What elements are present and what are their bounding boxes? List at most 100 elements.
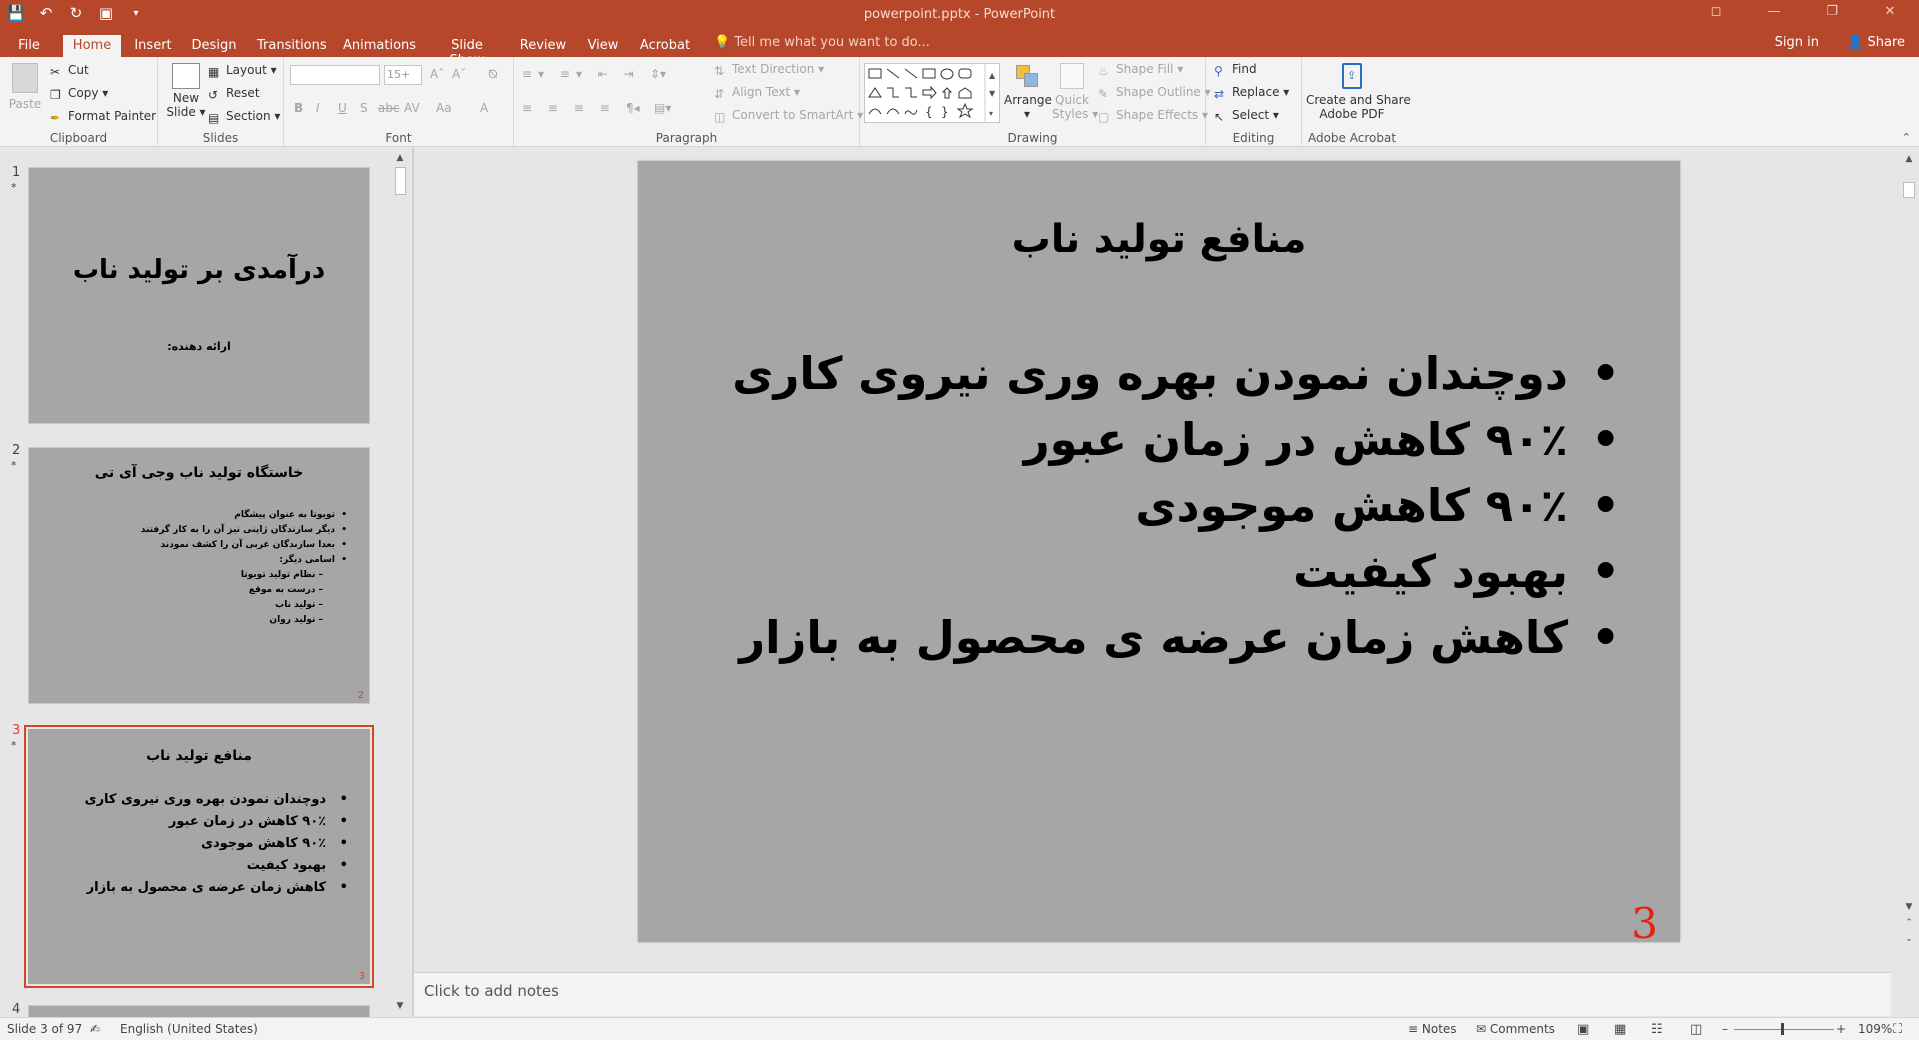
- lightbulb-icon: 💡: [714, 35, 735, 50]
- editor-scrollbar[interactable]: ▲ ▼ ⌃ ⌄: [1901, 150, 1917, 970]
- scroll-up-icon[interactable]: ▲: [1902, 152, 1916, 166]
- zoom-slider[interactable]: [1734, 1029, 1834, 1030]
- slide-title[interactable]: منافع تولید ناب: [638, 217, 1680, 262]
- tab-slide-show[interactable]: Slide Show: [433, 35, 501, 68]
- shape-effects-label: Shape Effects: [1116, 108, 1199, 122]
- create-pdf-button[interactable]: ⇪ Create and Share Adobe PDF: [1306, 63, 1411, 121]
- tab-design[interactable]: Design: [190, 35, 238, 57]
- prev-slide-icon[interactable]: ⌃: [1902, 916, 1916, 930]
- reset-button[interactable]: ↺ Reset: [208, 86, 260, 102]
- zoom-in-icon[interactable]: +: [1836, 1022, 1846, 1036]
- thumbnail-scrollbar[interactable]: ▲ ▼: [393, 151, 408, 1013]
- slide-thumbnail-3[interactable]: منافع تولید ناب • دوچندان نمودن بهره وری…: [28, 729, 370, 984]
- tab-animations[interactable]: Animations: [343, 35, 416, 57]
- zoom-level[interactable]: 109%: [1858, 1022, 1892, 1036]
- quick-styles-button[interactable]: Quick Styles ▾: [1052, 63, 1098, 121]
- share-button[interactable]: 👤 Share: [1847, 35, 1905, 50]
- slide-body[interactable]: دوچندان نمودن بهره وری نیروی کاری ۹۰٪ کا…: [732, 341, 1620, 671]
- change-case-button[interactable]: Aa: [436, 101, 452, 115]
- slideshow-icon[interactable]: ◫: [1690, 1022, 1702, 1037]
- zoom-slider-thumb[interactable]: [1781, 1023, 1784, 1035]
- tab-home[interactable]: Home: [63, 35, 121, 57]
- font-size-combo[interactable]: 15+: [384, 65, 422, 85]
- scroll-thumb[interactable]: [395, 167, 406, 195]
- shape-effects-button[interactable]: ▢ Shape Effects ▾: [1098, 108, 1208, 124]
- shape-fill-button[interactable]: ♨ Shape Fill ▾: [1098, 62, 1183, 78]
- font-color-button[interactable]: A: [480, 101, 488, 115]
- shadow-button[interactable]: S: [360, 101, 368, 115]
- italic-button[interactable]: I: [316, 101, 320, 115]
- tab-acrobat[interactable]: Acrobat: [639, 35, 691, 57]
- find-button[interactable]: ⚲ Find: [1214, 62, 1257, 78]
- layout-button[interactable]: ▦ Layout ▾: [208, 63, 277, 79]
- shape-outline-button[interactable]: ✎ Shape Outline ▾: [1098, 85, 1211, 101]
- scroll-thumb[interactable]: [1903, 182, 1915, 198]
- replace-button[interactable]: ⇄ Replace ▾: [1214, 85, 1289, 101]
- tab-insert[interactable]: Insert: [131, 35, 175, 57]
- cursor-icon: ↖: [1214, 110, 1225, 124]
- restore-icon[interactable]: ❐: [1803, 0, 1861, 26]
- format-painter-button[interactable]: ✒ Format Painter: [50, 109, 156, 125]
- notes-placeholder[interactable]: Click to add notes: [424, 982, 559, 1000]
- section-button[interactable]: ▤ Section ▾: [208, 109, 280, 125]
- new-slide-button[interactable]: New Slide ▾: [164, 63, 208, 119]
- normal-view-icon[interactable]: ▣: [1577, 1022, 1589, 1037]
- sign-in-link[interactable]: Sign in: [1775, 35, 1819, 50]
- text-direction-button[interactable]: ⇅ Text Direction ▾: [714, 62, 824, 78]
- line-spacing-icon[interactable]: ⇕▾: [650, 67, 666, 81]
- notes-pane[interactable]: Click to add notes: [414, 972, 1891, 1016]
- close-icon[interactable]: ✕: [1861, 0, 1919, 26]
- svg-text:▼: ▼: [989, 89, 996, 98]
- section-label: Section: [226, 109, 271, 123]
- list-buttons[interactable]: ≡▾ ≡▾ ⇤ ⇥: [522, 67, 640, 81]
- thumb-subbullet: – تولید ناب: [275, 600, 323, 610]
- tab-view[interactable]: View: [585, 35, 621, 57]
- pane-splitter[interactable]: [412, 147, 414, 1017]
- tell-me-search[interactable]: 💡 Tell me what you want to do...: [714, 35, 930, 50]
- arrange-button[interactable]: Arrange ▾: [1004, 63, 1052, 121]
- slide-canvas[interactable]: منافع تولید ناب دوچندان نمودن بهره وری ن…: [638, 161, 1680, 948]
- spell-check-icon[interactable]: ✍: [90, 1022, 100, 1036]
- clear-format-icon[interactable]: ⦰: [488, 67, 498, 82]
- text-direction-label: Text Direction: [732, 62, 815, 76]
- slide-sorter-icon[interactable]: ▦: [1614, 1022, 1626, 1037]
- scroll-down-icon[interactable]: ▼: [1902, 900, 1916, 914]
- next-slide-icon[interactable]: ⌄: [1902, 932, 1916, 946]
- scroll-down-icon[interactable]: ▼: [393, 999, 407, 1013]
- alignment-buttons[interactable]: ≡ ≡ ≡ ≡: [522, 101, 616, 115]
- font-name-combo[interactable]: [290, 65, 380, 85]
- select-button[interactable]: ↖ Select ▾: [1214, 108, 1279, 124]
- shrink-font-icon[interactable]: Aˇ: [452, 67, 466, 81]
- bold-button[interactable]: B: [294, 101, 303, 115]
- char-spacing-button[interactable]: AV: [404, 101, 420, 115]
- slide-thumbnail-1[interactable]: درآمدی بر تولید ناب ارائه دهنده:: [28, 167, 370, 424]
- fit-to-window-icon[interactable]: ⛶: [1893, 1022, 1902, 1037]
- minimize-icon[interactable]: —: [1745, 0, 1803, 26]
- paste-button[interactable]: Paste: [8, 63, 42, 111]
- scroll-up-icon[interactable]: ▲: [393, 151, 407, 165]
- reading-view-icon[interactable]: ☷: [1651, 1022, 1663, 1037]
- slide-thumbnail-2[interactable]: خاستگاه تولید ناب وجی آی تی • تویوتا به …: [28, 447, 370, 704]
- slide-thumbnail-4[interactable]: [28, 1005, 370, 1017]
- tab-review[interactable]: Review: [519, 35, 567, 57]
- rtl-icon[interactable]: ¶◂: [626, 101, 640, 115]
- align-text-button[interactable]: ⇵ Align Text ▾: [714, 85, 800, 101]
- smartart-button[interactable]: ◫ Convert to SmartArt ▾: [714, 108, 863, 124]
- strikethrough-button[interactable]: abc: [378, 101, 400, 115]
- comments-toggle[interactable]: ✉ Comments: [1476, 1022, 1555, 1036]
- tab-transitions[interactable]: Transitions: [257, 35, 327, 57]
- columns-icon[interactable]: ▤▾: [654, 101, 671, 115]
- cut-button[interactable]: ✂ Cut: [50, 63, 89, 79]
- zoom-out-icon[interactable]: –: [1722, 1022, 1728, 1036]
- grow-font-icon[interactable]: Aˆ: [430, 67, 444, 81]
- ribbon-display-icon[interactable]: ◻: [1687, 0, 1745, 26]
- copy-button[interactable]: ❐ Copy ▾: [50, 86, 108, 102]
- language-indicator[interactable]: English (United States): [120, 1022, 258, 1036]
- tab-file[interactable]: File: [10, 35, 48, 57]
- smartart-icon: ◫: [714, 110, 726, 124]
- thumb-bullet: • ۹۰٪ کاهش در زمان عبور: [168, 814, 348, 829]
- collapse-ribbon-icon[interactable]: ⌃: [1902, 131, 1911, 144]
- shapes-gallery[interactable]: {} ▲ ▼ ▾: [864, 63, 1000, 123]
- notes-toggle[interactable]: ≡ Notes: [1408, 1022, 1457, 1036]
- underline-button[interactable]: U: [338, 101, 347, 115]
